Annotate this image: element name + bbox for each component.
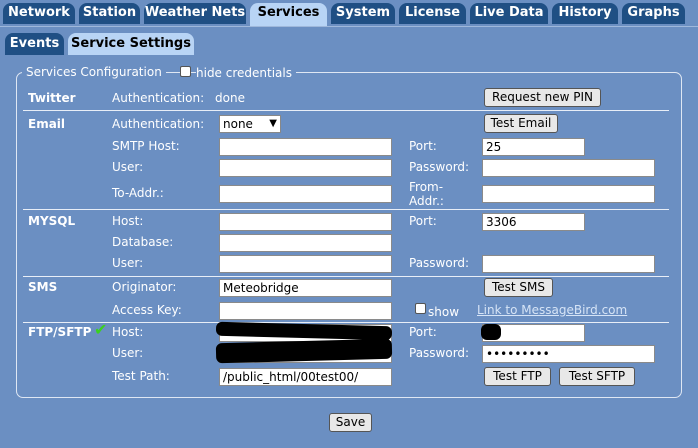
ftp-password-label: Password: bbox=[409, 346, 470, 360]
twitter-section-title: Twitter bbox=[28, 91, 76, 105]
test-sftp-button[interactable]: Test SFTP bbox=[559, 367, 635, 386]
from-addr-input[interactable] bbox=[482, 185, 655, 203]
sms-access-key-input[interactable] bbox=[219, 302, 392, 320]
test-ftp-button[interactable]: Test FTP bbox=[484, 367, 551, 386]
tab-weather-nets[interactable]: Weather Nets bbox=[144, 3, 246, 24]
ftp-host-label: Host: bbox=[112, 325, 144, 339]
redacted-scribble bbox=[481, 324, 501, 340]
sms-originator-label: Originator: bbox=[112, 280, 177, 294]
sms-access-key-label: Access Key: bbox=[112, 303, 182, 317]
check-icon: ✔ bbox=[94, 320, 108, 339]
sms-originator-input[interactable]: Meteobridge bbox=[219, 279, 392, 297]
hide-credentials-checkbox[interactable] bbox=[180, 66, 191, 77]
tab-station[interactable]: Station bbox=[79, 3, 140, 24]
to-addr-label: To-Addr.: bbox=[112, 186, 164, 200]
from-addr-label: From-Addr.: bbox=[409, 180, 444, 208]
tab-services[interactable]: Services bbox=[250, 3, 327, 26]
mysql-section-title: MYSQL bbox=[28, 214, 76, 228]
email-port-input[interactable]: 25 bbox=[482, 138, 585, 156]
tab-network[interactable]: Network bbox=[3, 3, 75, 24]
tab-events[interactable]: Events bbox=[5, 33, 64, 55]
mysql-port-label: Port: bbox=[409, 214, 437, 228]
request-new-pin-button[interactable]: Request new PIN bbox=[484, 88, 601, 107]
divider bbox=[23, 276, 669, 277]
divider bbox=[23, 110, 669, 111]
messagebird-link[interactable]: Link to MessageBird.com bbox=[477, 303, 627, 317]
mysql-port-input[interactable]: 3306 bbox=[482, 213, 585, 231]
mysql-host-input[interactable] bbox=[219, 213, 392, 231]
email-user-label: User: bbox=[112, 160, 144, 174]
tab-system[interactable]: System bbox=[331, 3, 395, 24]
twitter-auth-status: done bbox=[215, 91, 245, 105]
mysql-database-input[interactable] bbox=[219, 234, 392, 252]
save-button[interactable]: Save bbox=[329, 413, 372, 432]
fieldset-legend: Services Configuration bbox=[22, 64, 166, 80]
twitter-auth-label: Authentication: bbox=[112, 91, 205, 105]
ftp-test-path-label: Test Path: bbox=[112, 369, 170, 383]
legend-title: Services Configuration bbox=[26, 65, 162, 79]
ftp-password-input[interactable]: ••••••••• bbox=[482, 345, 655, 363]
divider bbox=[23, 209, 669, 210]
email-auth-select[interactable]: none ▼ bbox=[219, 115, 281, 133]
email-section-title: Email bbox=[28, 117, 66, 131]
test-email-button[interactable]: Test Email bbox=[484, 114, 558, 133]
show-key-label: show bbox=[428, 305, 460, 319]
smtp-host-input[interactable] bbox=[219, 138, 392, 156]
divider bbox=[23, 322, 669, 323]
sms-section-title: SMS bbox=[28, 280, 58, 294]
top-tab-bar: Network Station Weather Nets Services Sy… bbox=[0, 0, 698, 26]
mysql-password-input[interactable] bbox=[482, 255, 655, 273]
email-password-input[interactable] bbox=[482, 159, 655, 177]
email-user-input[interactable] bbox=[219, 159, 392, 177]
ftp-test-path-input[interactable]: /public_html/00test00/ bbox=[219, 368, 392, 386]
to-addr-input[interactable] bbox=[219, 185, 392, 203]
ftp-section-title: FTP/SFTP bbox=[28, 325, 92, 339]
smtp-host-label: SMTP Host: bbox=[112, 139, 180, 153]
ftp-user-label: User: bbox=[112, 346, 144, 360]
email-port-label: Port: bbox=[409, 139, 437, 153]
tab-service-settings[interactable]: Service Settings bbox=[68, 33, 194, 55]
test-sms-button[interactable]: Test SMS bbox=[484, 278, 553, 297]
tab-history[interactable]: History bbox=[552, 3, 618, 24]
chevron-down-icon: ▼ bbox=[269, 118, 277, 129]
tab-graphs[interactable]: Graphs bbox=[622, 3, 685, 24]
tab-live-data[interactable]: Live Data bbox=[470, 3, 548, 24]
mysql-database-label: Database: bbox=[112, 235, 174, 249]
mysql-user-label: User: bbox=[112, 256, 144, 270]
email-password-label: Password: bbox=[409, 160, 470, 174]
hide-credentials-label: hide credentials bbox=[196, 66, 296, 80]
mysql-user-input[interactable] bbox=[219, 255, 392, 273]
mysql-password-label: Password: bbox=[409, 256, 470, 270]
email-auth-label: Authentication: bbox=[112, 117, 205, 131]
mysql-host-label: Host: bbox=[112, 214, 144, 228]
tab-license[interactable]: License bbox=[399, 3, 466, 24]
ftp-port-label: Port: bbox=[409, 325, 437, 339]
show-key-checkbox[interactable] bbox=[415, 303, 426, 314]
email-auth-selected: none bbox=[223, 117, 253, 131]
sub-tab-bar: Events Service Settings bbox=[0, 26, 698, 57]
